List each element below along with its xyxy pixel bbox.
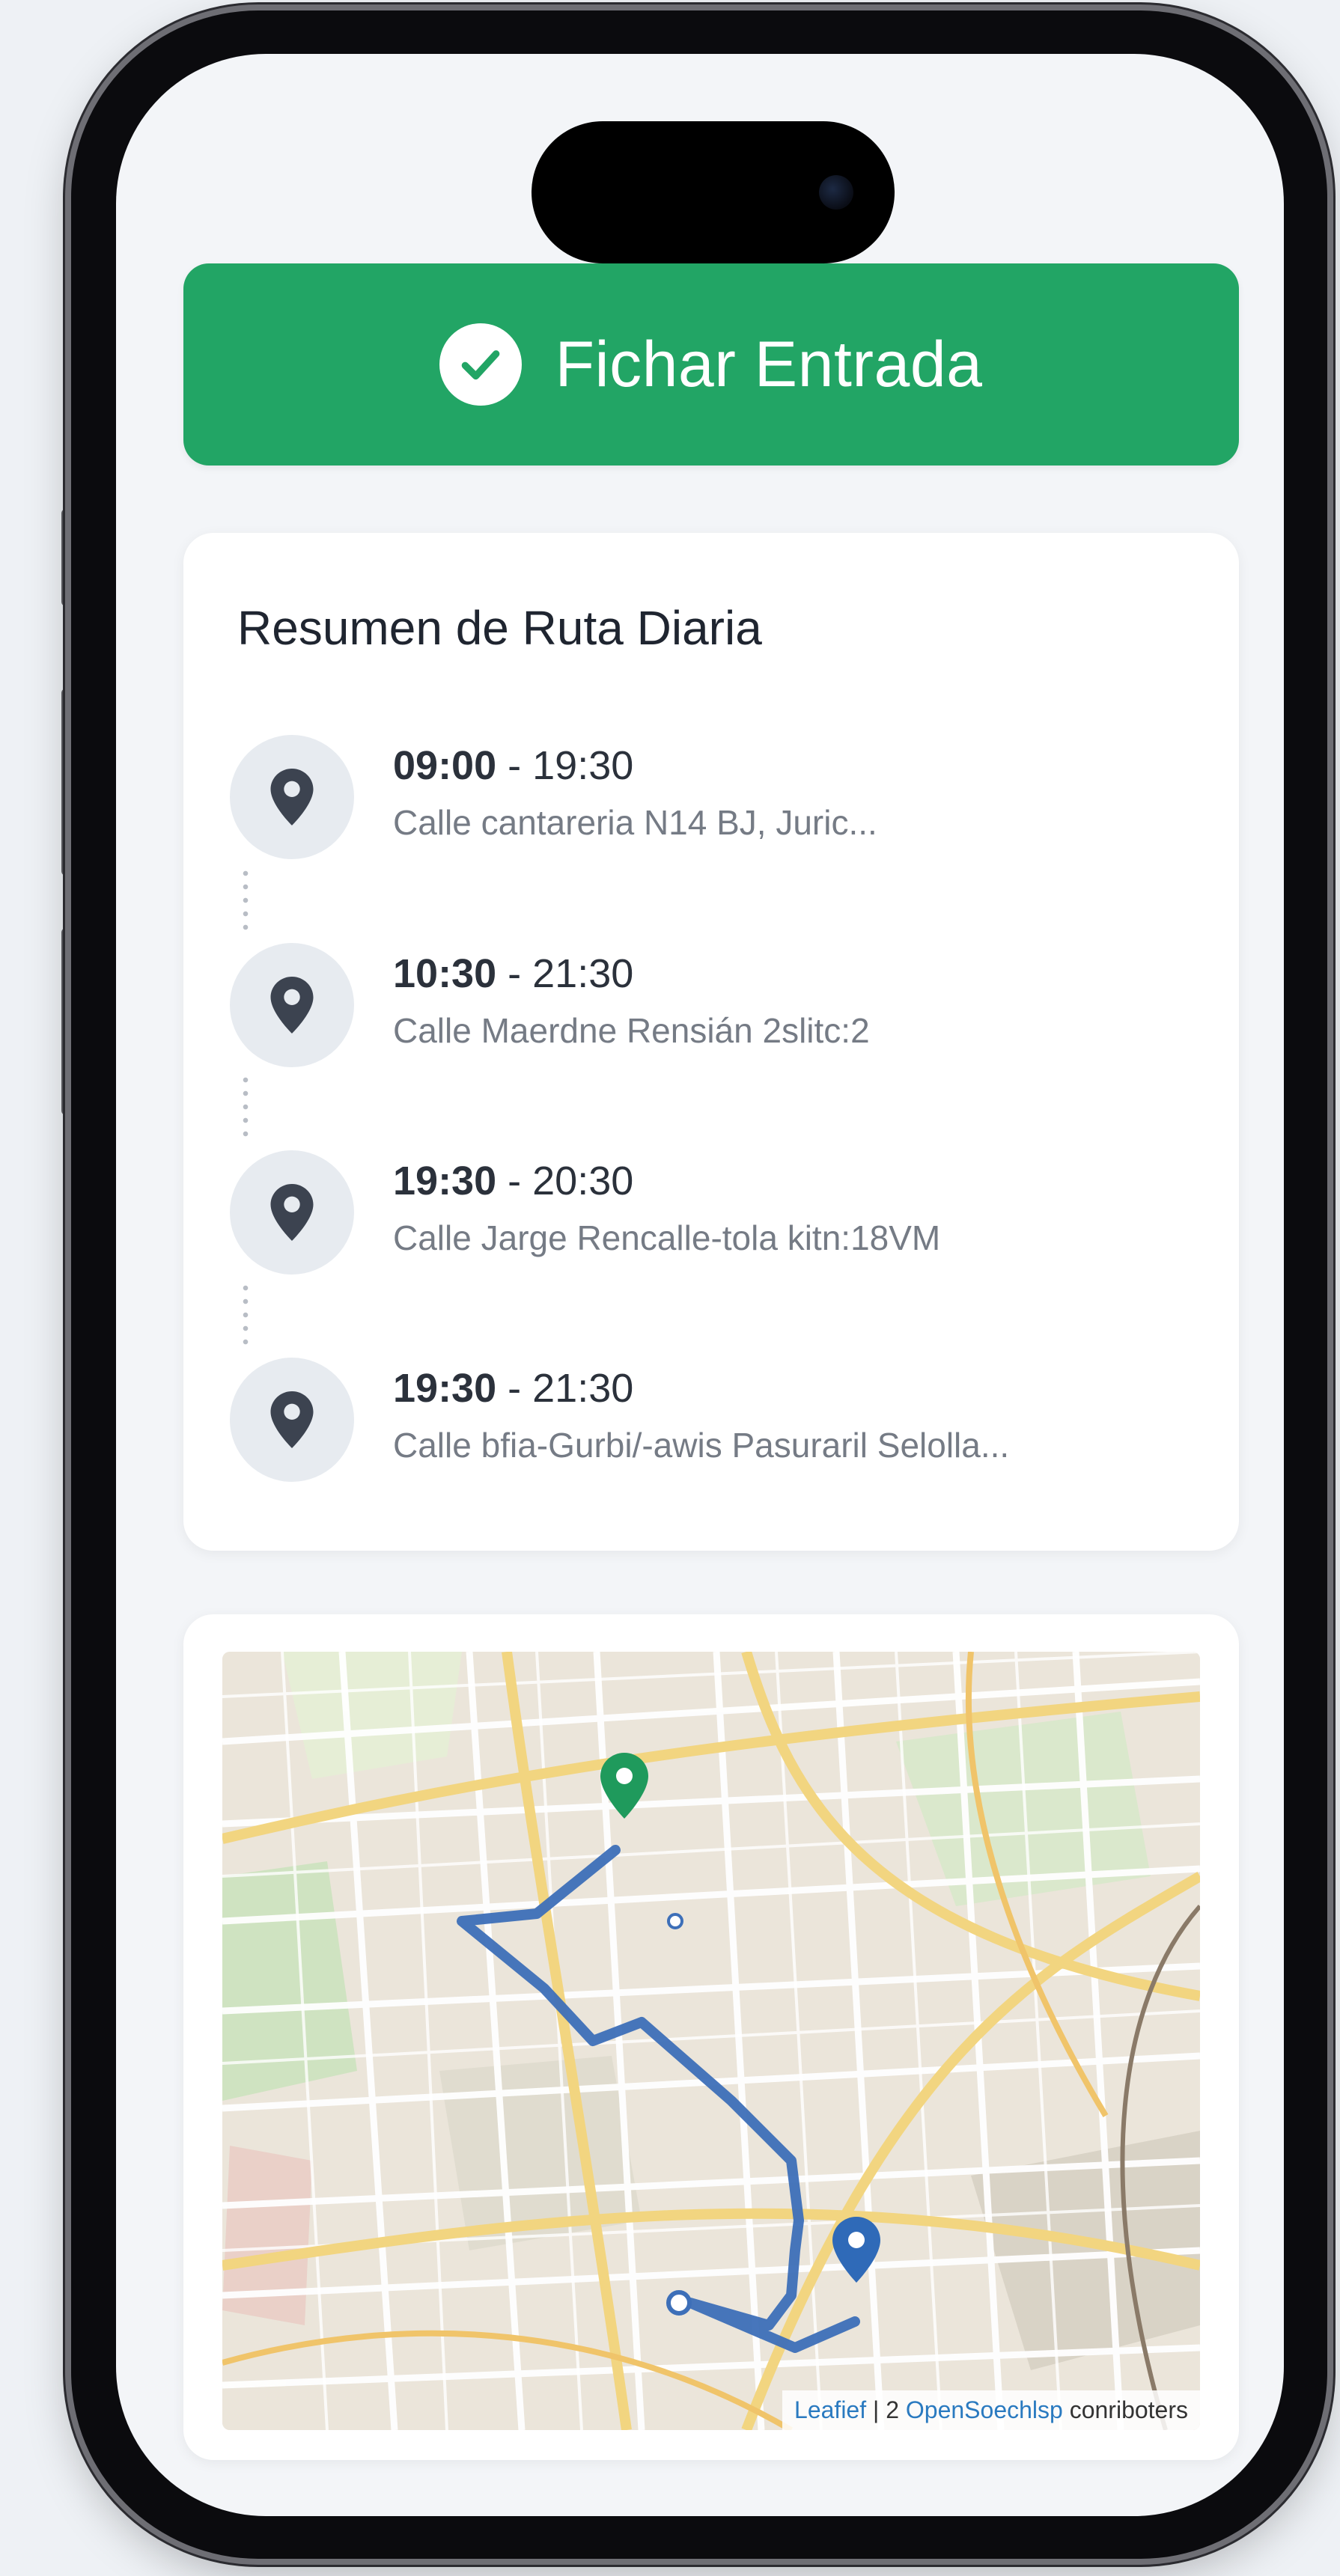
- route-summary-card: Resumen de Ruta Diaria 09:00 - 19:30 Cal…: [183, 533, 1239, 1551]
- route-stop[interactable]: 10:30 - 21:30 Calle Maerdne Rensián 2sli…: [230, 943, 1218, 1070]
- dynamic-island: [532, 121, 895, 263]
- route-map[interactable]: Leafief | 2 OpenSoechlsp conriboters: [222, 1652, 1200, 2430]
- route-summary-title: Resumen de Ruta Diaria: [237, 601, 762, 655]
- location-pin-icon: [230, 1358, 354, 1482]
- route-stop[interactable]: 19:30 - 21:30 Calle bfia-Gurbi/-awis Pas…: [230, 1358, 1218, 1485]
- stop-address: Calle Maerdne Rensián 2slitc:2: [393, 1011, 870, 1050]
- stop-time: 09:00 - 19:30: [393, 743, 634, 788]
- route-stop[interactable]: 19:30 - 20:30 Calle Jarge Rencalle-tola …: [230, 1150, 1218, 1278]
- check-circle-icon: [439, 323, 523, 406]
- leaflet-link[interactable]: Leafief: [794, 2396, 866, 2423]
- stop-time: 19:30 - 20:30: [393, 1159, 634, 1203]
- location-pin-icon: [230, 943, 354, 1067]
- route-connector: [240, 867, 251, 934]
- camera-icon: [819, 175, 853, 210]
- map-attribution: Leafief | 2 OpenSoechlsp conriboters: [782, 2390, 1200, 2430]
- phone-screen: Fichar Entrada Resumen de Ruta Diaria 09…: [116, 54, 1284, 2516]
- route-connector: [240, 1073, 251, 1141]
- check-in-button[interactable]: Fichar Entrada: [183, 263, 1239, 466]
- openstreetmap-link[interactable]: OpenSoechlsp: [906, 2396, 1063, 2423]
- route-connector: [240, 1281, 251, 1349]
- stop-address: Calle cantareria N14 BJ, Juric...: [393, 803, 877, 842]
- location-pin-icon: [230, 735, 354, 859]
- volume-up-button: [61, 689, 72, 876]
- map-tiles: [222, 1652, 1200, 2430]
- volume-down-button: [61, 928, 72, 1115]
- stop-time: 19:30 - 21:30: [393, 1366, 634, 1411]
- location-pin-icon: [230, 1150, 354, 1275]
- map-card: Leafief | 2 OpenSoechlsp conriboters: [183, 1614, 1239, 2460]
- action-button: [61, 509, 72, 606]
- stop-address: Calle Jarge Rencalle-tola kitn:18VM: [393, 1218, 941, 1257]
- stop-time: 10:30 - 21:30: [393, 951, 634, 996]
- check-in-label: Fichar Entrada: [555, 328, 983, 400]
- route-stop[interactable]: 09:00 - 19:30 Calle cantareria N14 BJ, J…: [230, 735, 1218, 862]
- stop-address: Calle bfia-Gurbi/-awis Pasuraril Selolla…: [393, 1426, 1010, 1465]
